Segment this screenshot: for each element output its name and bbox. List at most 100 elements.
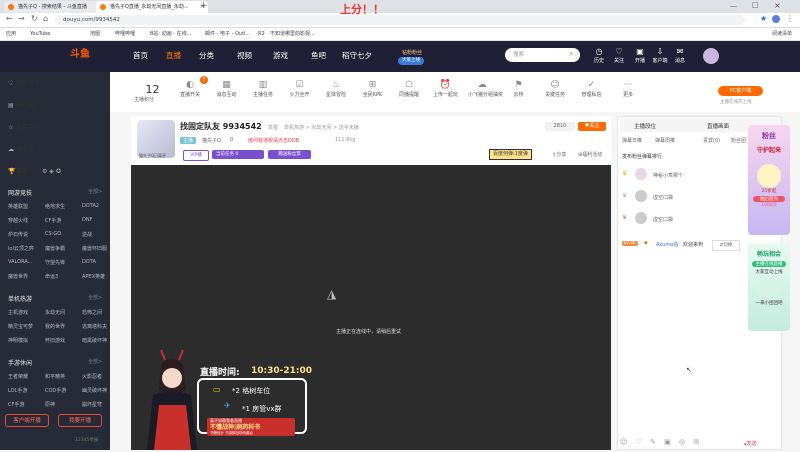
client-button[interactable]: ⇩ 客户端 xyxy=(650,47,670,64)
sidebar-game-link[interactable]: lol云顶之弈 xyxy=(8,245,34,252)
history-button[interactable]: ◷ 历史 xyxy=(589,47,609,64)
follow-button[interactable]: ♥关注 xyxy=(578,122,606,131)
tool-item[interactable]: ✓ 管理私信 xyxy=(578,80,606,98)
bookmark-item[interactable]: B站: 动画 - 在线... xyxy=(150,28,191,40)
sidebar-game-link[interactable]: 怀旧游戏 xyxy=(45,337,65,344)
avatar[interactable] xyxy=(635,190,647,202)
browser-tab-active[interactable]: 猫先子Q直播_永劫无间直播_永劫... × xyxy=(96,1,208,13)
sidebar-game-link[interactable]: VALORA... xyxy=(8,259,32,265)
tool-item[interactable]: ▦ 消息互动 xyxy=(213,80,241,98)
chat-switch-button[interactable]: ⇄切换 xyxy=(712,240,740,251)
subtab[interactable]: 弹幕周推 xyxy=(655,137,675,144)
back-arrow-icon[interactable]: ← xyxy=(6,14,13,23)
tab-live-screen[interactable]: 直播画面 xyxy=(707,122,729,130)
tool-item[interactable]: ▥ 主播任务 xyxy=(249,80,277,98)
bookmark-item[interactable]: 邮件 - 电子 - Outl... xyxy=(205,28,250,40)
chat-username[interactable]: Akuma怕 xyxy=(656,241,678,248)
bookmark-item[interactable]: 不知道哪里的影视... xyxy=(270,28,315,40)
sidebar-game-link[interactable]: 英雄联盟 xyxy=(8,203,28,210)
sidebar-more-link[interactable]: 全部> xyxy=(88,358,102,365)
sidebar-game-link[interactable]: 永劫无间 xyxy=(45,309,65,316)
task-button[interactable]: 当前任务 0 xyxy=(212,150,264,159)
nav-game[interactable]: 游戏 xyxy=(273,50,288,61)
nav-video[interactable]: 视频 xyxy=(237,50,252,61)
tool-item[interactable]: ♨ 星体冒险 xyxy=(322,80,350,98)
sidebar-game-link[interactable]: 暗黑破坏神 xyxy=(82,337,107,344)
profile-avatar-icon[interactable] xyxy=(772,15,780,23)
user-avatar[interactable] xyxy=(703,48,719,64)
avatar[interactable] xyxy=(635,212,647,224)
violation-warning[interactable]: 房间有违规请点击DDB xyxy=(248,137,299,144)
sidebar-game-link[interactable]: DOTA2 xyxy=(82,203,99,209)
tab-anchor-rank[interactable]: 主播段位 xyxy=(634,122,656,130)
search-icon[interactable]: ⌕ xyxy=(569,49,573,59)
sidebar-game-link[interactable]: 绝地求生 xyxy=(45,203,65,210)
bookmark-item[interactable]: YouTube xyxy=(30,28,50,40)
subtab[interactable]: 粉丝团 xyxy=(731,137,746,144)
start-broadcast-button[interactable]: 我要开播 xyxy=(58,414,102,427)
home-icon[interactable]: ⌂ xyxy=(43,14,48,23)
sidebar-game-link[interactable]: 逆战 xyxy=(82,231,92,238)
tool-item[interactable]: ⚑ 云桥 xyxy=(505,80,533,98)
sidebar-item-center[interactable]: ☆ 元旦中心 xyxy=(8,122,40,131)
nav-live[interactable]: 直播 xyxy=(166,50,181,61)
broadcast-button[interactable]: ▣ 开播 xyxy=(630,47,650,64)
sidebar-game-link[interactable]: LOL手游 xyxy=(8,387,27,394)
tool-item[interactable]: ◐ 直播开关 xyxy=(176,80,204,98)
close-window-icon[interactable]: × xyxy=(774,1,781,10)
room-category[interactable]: 单机热游 > 永劫无间 > 选手未播 xyxy=(284,124,359,131)
sidebar-item-rank[interactable]: ▤ 排行榜 xyxy=(8,100,34,109)
pc-client-button[interactable]: PC客户端 xyxy=(718,86,763,96)
sidebar-game-link[interactable]: CF手游 xyxy=(45,217,61,224)
message-button[interactable]: ✉ 消息 xyxy=(670,47,690,64)
sidebar-game-link[interactable]: 恐怖之间 xyxy=(82,309,102,316)
sidebar-game-link[interactable]: 原神 xyxy=(45,401,55,408)
bookmark-item[interactable]: 哔哩哔哩 xyxy=(115,28,135,40)
sidebar-game-link[interactable]: 守望先锋 xyxy=(45,259,65,266)
bookmark-item[interactable]: R2 xyxy=(258,28,265,40)
bookmark-item[interactable]: 应用 xyxy=(6,28,16,40)
sidebar-game-link[interactable]: 神明模拟 xyxy=(8,337,28,344)
promo-banner[interactable]: 真不如赖看着直播 不懂战神|刷药科书 书籍设计 书游鹅战场有趣点 xyxy=(207,418,295,436)
douyu-logo[interactable]: 斗鱼 xyxy=(70,48,110,62)
sidebar-game-link[interactable]: APEX英雄 xyxy=(82,273,105,280)
sidebar-game-link[interactable]: 和平精英 xyxy=(45,373,65,380)
follow-button[interactable]: ♡ 关注 xyxy=(609,47,629,64)
streamer-name[interactable]: 猫先子Q xyxy=(202,137,221,144)
star-icon[interactable]: ★ xyxy=(760,14,767,23)
tool-item[interactable]: ☁ 小飞猪分组抽奖 xyxy=(468,80,503,98)
sidebar-game-link[interactable]: 魔兽争霸 xyxy=(45,245,65,252)
share-button[interactable]: ⇪分享 xyxy=(552,151,566,158)
tool-item[interactable]: ☖ 同播提醒 xyxy=(395,80,423,98)
sidebar-item-follow[interactable]: ♡ 我的关注 xyxy=(8,78,40,87)
sidebar-game-link[interactable]: 逃离塔科夫 xyxy=(82,323,107,330)
sidebar-game-link[interactable]: 主机游戏 xyxy=(8,309,28,316)
sidebar-game-link[interactable]: 命运3 xyxy=(45,273,58,280)
sidebar-more-link[interactable]: 全部> xyxy=(88,294,102,301)
promo-button[interactable]: 大策上线 xyxy=(398,57,424,65)
nav-fishbar[interactable]: 鱼吧 xyxy=(311,50,326,61)
tool-item[interactable]: ⊞ 全民KPK xyxy=(359,80,387,98)
tool-item[interactable]: ⏰ 上传一起玩 xyxy=(432,80,460,98)
sidebar-more-link[interactable]: 全部> xyxy=(88,188,102,195)
reload-icon[interactable]: ↻ xyxy=(31,14,38,23)
ad-card-play[interactable]: 畅玩相会 主播在线直播 大家互动上线 一来小团团吧 xyxy=(748,243,790,331)
sidebar-game-link[interactable]: 火影忍者 xyxy=(82,373,102,380)
sidebar-item-cloud[interactable]: ☁ 云游戏 xyxy=(8,144,34,153)
sidebar-game-link[interactable]: DNF xyxy=(82,217,92,223)
nav-category[interactable]: 分类 xyxy=(199,50,214,61)
vip-button[interactable]: VIP播 xyxy=(183,150,209,161)
sidebar-game-link[interactable]: 魔兽怀旧服 xyxy=(82,245,107,252)
ad-card-guard[interactable]: 粉丝 守护起来 25折起 抽出星光 1000元 xyxy=(748,125,790,235)
nav-event[interactable]: 稻守七夕 xyxy=(342,50,372,61)
sidebar-game-link[interactable]: CS:GO xyxy=(45,231,61,237)
gift-fans-button[interactable]: 赠送粉丝票 xyxy=(268,150,311,159)
sidebar-game-link[interactable]: 幽灵破坏神 xyxy=(82,387,107,394)
tool-item[interactable]: ⋯ 更多 xyxy=(614,80,642,98)
tool-item[interactable]: ☑ 火力全开 xyxy=(286,80,314,98)
tool-item[interactable]: ☺ 关键任务 xyxy=(541,80,569,98)
maximize-window-icon[interactable]: □ xyxy=(752,1,759,9)
chat-toolbar-icons[interactable]: ☺ ♡ ✎ ▣ ◎ ✉ xyxy=(620,438,702,446)
nav-home[interactable]: 首页 xyxy=(133,50,148,61)
sidebar-game-link[interactable]: CF手游 xyxy=(8,401,24,408)
